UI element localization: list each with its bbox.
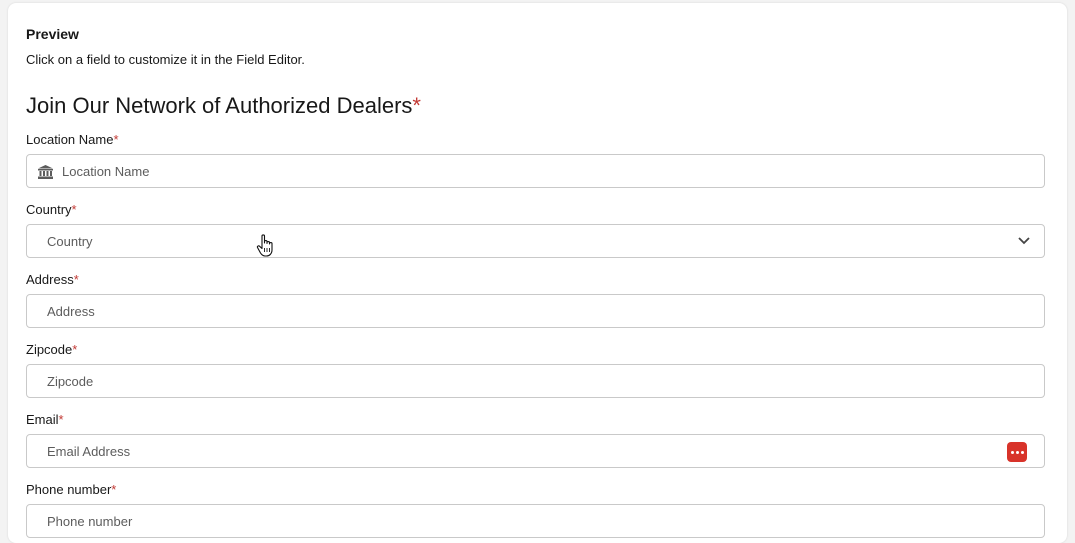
required-mark: * (73, 272, 79, 287)
address-label: Address* (26, 272, 79, 287)
phone-number-label-text: Phone number (26, 482, 112, 497)
preview-title: Preview (26, 26, 79, 42)
phone-number-input[interactable]: Phone number (26, 504, 1045, 538)
country-select[interactable]: Country (26, 224, 1045, 258)
country-placeholder: Country (47, 234, 93, 249)
email-placeholder: Email Address (47, 444, 131, 459)
required-mark: * (71, 202, 77, 217)
location-name-placeholder: Location Name (62, 164, 150, 179)
location-name-label-text: Location Name (26, 132, 114, 147)
bank-icon (38, 165, 53, 179)
preview-description: Click on a field to customize it in the … (26, 52, 305, 67)
hand-cursor-icon (256, 234, 273, 257)
zipcode-input[interactable]: Zipcode (26, 364, 1045, 398)
phone-number-placeholder: Phone number (47, 514, 133, 529)
location-name-label: Location Name* (26, 132, 119, 147)
required-mark: * (72, 342, 78, 357)
required-mark: * (58, 412, 64, 427)
preview-card: Preview Click on a field to customize it… (8, 3, 1067, 543)
country-label-text: Country (26, 202, 72, 217)
zipcode-label: Zipcode* (26, 342, 77, 357)
form-title-text: Join Our Network of Authorized Dealers (26, 93, 413, 118)
address-input[interactable]: Address (26, 294, 1045, 328)
required-mark: * (412, 93, 421, 118)
country-label: Country* (26, 202, 77, 217)
password-manager-icon[interactable] (1007, 442, 1027, 462)
address-placeholder: Address (47, 304, 95, 319)
address-label-text: Address (26, 272, 74, 287)
required-mark: * (111, 482, 117, 497)
chevron-down-icon[interactable] (1018, 237, 1030, 245)
email-input[interactable]: Email Address (26, 434, 1045, 468)
zipcode-label-text: Zipcode (26, 342, 73, 357)
email-label-text: Email (26, 412, 59, 427)
phone-number-label: Phone number* (26, 482, 116, 497)
required-mark: * (113, 132, 119, 147)
location-name-input[interactable]: Location Name (26, 154, 1045, 188)
email-label: Email* (26, 412, 64, 427)
form-title: Join Our Network of Authorized Dealers* (26, 93, 421, 119)
zipcode-placeholder: Zipcode (47, 374, 94, 389)
